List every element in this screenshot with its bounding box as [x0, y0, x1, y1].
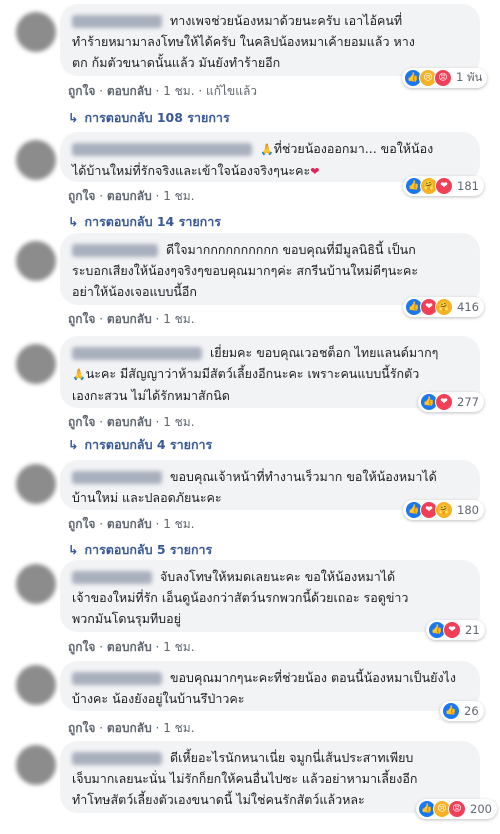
reaction-summary[interactable]: 👍 ❤ 277: [418, 392, 484, 412]
care-icon: 🤗: [435, 298, 453, 316]
comment-text: ดีใจมากกกกกกกกกก ขอบคุณที่มีมูลนิธินี้ เ…: [72, 242, 419, 299]
commenter-name[interactable]: [72, 244, 158, 257]
comment-actions: ถูกใจ · ตอบกลับ · 1 ชม.: [68, 640, 195, 654]
avatar[interactable]: [16, 140, 56, 180]
reaction-count: 200: [470, 802, 492, 816]
reply-arrow-icon: ↳: [68, 542, 79, 557]
avatar[interactable]: [16, 241, 56, 281]
comment-actions: ถูกใจ · ตอบกลับ · 1 ชม. · แก้ไขแล้ว: [68, 84, 258, 98]
commenter-name[interactable]: [72, 571, 152, 584]
view-replies-link[interactable]: ↳ การตอบกลับ 14 รายการ: [68, 212, 221, 232]
comment-actions: ถูกใจ · ตอบกลับ · 1 ชม.: [68, 721, 195, 735]
comment-bubble: จับลงโทษให้หมดเลยนะคะ ขอให้น้องหมาได้ เจ…: [60, 560, 480, 632]
commenter-name[interactable]: [72, 752, 162, 765]
comment-bubble: ดีใจมากกกกกกกกกก ขอบคุณที่มีมูลนิธินี้ เ…: [60, 233, 480, 305]
like-link[interactable]: ถูกใจ: [68, 640, 95, 654]
love-icon: ❤: [435, 393, 453, 411]
comment-bubble: 🙏ที่ช่วยน้องออกมา... ขอให้น้อง ได้บ้านให…: [60, 132, 480, 182]
angry-icon: 😡: [434, 69, 452, 87]
comment-text: เยี่ยมคะ ขอบคุณเวอชต็อก ไทยแลนด์มากๆ 🙏นะ…: [72, 345, 439, 403]
like-link[interactable]: ถูกใจ: [68, 84, 95, 98]
avatar[interactable]: [16, 564, 56, 604]
comment-text: จับลงโทษให้หมดเลยนะคะ ขอให้น้องหมาได้ เจ…: [72, 569, 409, 626]
reaction-summary[interactable]: 👍 ❤ 21: [426, 620, 485, 640]
timestamp[interactable]: 1 ชม.: [163, 640, 194, 654]
love-icon: ❤: [443, 621, 461, 639]
heart-icon: ❤: [310, 165, 320, 178]
timestamp[interactable]: 1 ชม.: [163, 415, 194, 429]
praying-hands-icon: 🙏: [72, 368, 86, 381]
reply-link[interactable]: ตอบกลับ: [107, 640, 152, 654]
view-replies-link[interactable]: ↳ การตอบกลับ 4 รายการ: [68, 435, 212, 455]
reaction-summary[interactable]: 👍 😢 😡 1 พัน: [402, 68, 488, 88]
like-link[interactable]: ถูกใจ: [68, 721, 95, 735]
timestamp[interactable]: 1 ชม.: [163, 721, 194, 735]
reaction-count: 26: [464, 704, 479, 718]
timestamp[interactable]: 1 ชม.: [163, 84, 194, 98]
reaction-summary[interactable]: 👍 ❤ 🤗 180: [403, 500, 484, 520]
edited-label[interactable]: แก้ไขแล้ว: [206, 84, 257, 98]
reaction-summary[interactable]: 👍 26: [440, 701, 484, 721]
like-link[interactable]: ถูกใจ: [68, 517, 95, 531]
comment-text: 🙏ที่ช่วยน้องออกมา... ขอให้น้อง ได้บ้านให…: [72, 141, 434, 178]
reply-link[interactable]: ตอบกลับ: [107, 721, 152, 735]
love-icon: ❤: [435, 177, 453, 195]
like-link[interactable]: ถูกใจ: [68, 189, 95, 203]
avatar[interactable]: [16, 344, 56, 384]
reply-link[interactable]: ตอบกลับ: [107, 84, 152, 98]
comment-bubble: เยี่ยมคะ ขอบคุณเวอชต็อก ไทยแลนด์มากๆ 🙏นะ…: [60, 336, 480, 408]
commenter-name[interactable]: [72, 672, 162, 685]
comment-text: ขอบคุณมากๆนะคะที่ช่วยน้อง ตอนนี้น้องหมาเ…: [72, 670, 456, 706]
reply-link[interactable]: ตอบกลับ: [107, 312, 152, 326]
reply-link[interactable]: ตอบกลับ: [107, 517, 152, 531]
reaction-count: 1 พัน: [456, 70, 483, 84]
comment-bubble: ขอบคุณมากๆนะคะที่ช่วยน้อง ตอนนี้น้องหมาเ…: [60, 661, 480, 711]
comment-text: ดีเหี้ยอะไรนักหนาเนี่ย จมูกนี่เส้นประสาท…: [72, 750, 418, 807]
comment-actions: ถูกใจ · ตอบกลับ · 1 ชม.: [68, 312, 195, 326]
avatar[interactable]: [16, 464, 56, 504]
commenter-name[interactable]: [72, 143, 252, 156]
comment-actions: ถูกใจ · ตอบกลับ · 1 ชม.: [68, 189, 195, 203]
commenter-name[interactable]: [72, 471, 162, 484]
avatar[interactable]: [16, 665, 56, 705]
reaction-count: 416: [457, 300, 479, 314]
avatar[interactable]: [16, 12, 56, 52]
reply-arrow-icon: ↳: [68, 214, 79, 229]
like-link[interactable]: ถูกใจ: [68, 312, 95, 326]
angry-icon: 😡: [448, 800, 466, 818]
like-link[interactable]: ถูกใจ: [68, 415, 95, 429]
comment-text: ทางเพจช่วยน้องหมาด้วยนะครับ เอาไอ้คนที่ …: [72, 13, 415, 70]
reply-link[interactable]: ตอบกลับ: [107, 189, 152, 203]
commenter-name[interactable]: [72, 347, 202, 360]
comment-actions: ถูกใจ · ตอบกลับ · 1 ชม.: [68, 517, 195, 531]
reply-arrow-icon: ↳: [68, 110, 79, 125]
reaction-summary[interactable]: 👍 🤗 ❤ 181: [403, 176, 484, 196]
timestamp[interactable]: 1 ชม.: [163, 517, 194, 531]
like-icon: 👍: [442, 702, 460, 720]
praying-hands-icon: 🙏: [259, 143, 274, 156]
reaction-count: 21: [465, 623, 480, 637]
reply-link[interactable]: ตอบกลับ: [107, 415, 152, 429]
view-replies-link[interactable]: ↳ การตอบกลับ 5 รายการ: [68, 540, 212, 560]
reaction-count: 180: [457, 503, 479, 517]
comment-actions: ถูกใจ · ตอบกลับ · 1 ชม.: [68, 415, 195, 429]
reaction-count: 181: [457, 179, 479, 193]
reaction-count: 277: [457, 395, 479, 409]
reaction-summary[interactable]: 👍 😢 😡 200: [416, 799, 497, 819]
reply-arrow-icon: ↳: [68, 437, 79, 452]
care-icon: 🤗: [435, 501, 453, 519]
view-replies-link[interactable]: ↳ การตอบกลับ 108 รายการ: [68, 108, 230, 128]
reaction-summary[interactable]: 👍 ❤ 🤗 416: [403, 297, 484, 317]
timestamp[interactable]: 1 ชม.: [163, 189, 194, 203]
comment-bubble: ทางเพจช่วยน้องหมาด้วยนะครับ เอาไอ้คนที่ …: [60, 4, 480, 76]
commenter-name[interactable]: [72, 15, 162, 28]
avatar[interactable]: [16, 745, 56, 785]
timestamp[interactable]: 1 ชม.: [163, 312, 194, 326]
